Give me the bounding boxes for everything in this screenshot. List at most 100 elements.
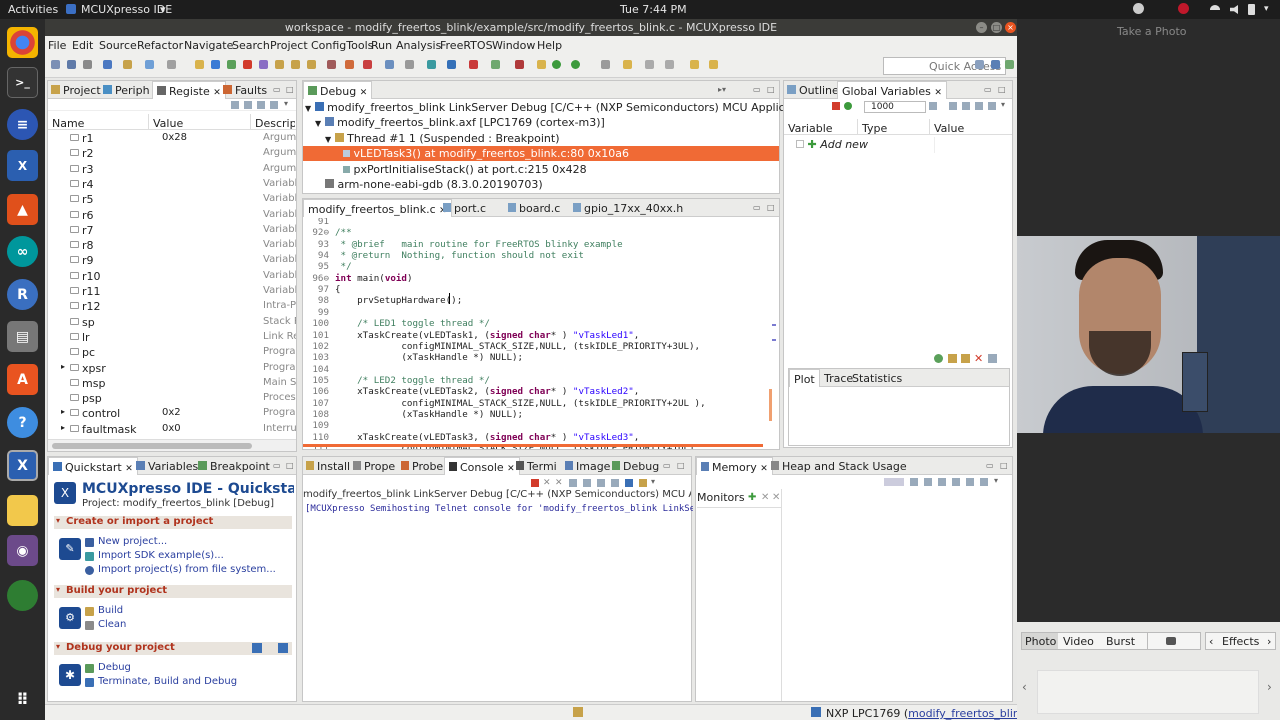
layout-icon[interactable] bbox=[988, 102, 996, 110]
clear-trace-icon[interactable]: ✕ bbox=[974, 352, 983, 365]
link-clean[interactable]: Clean bbox=[98, 619, 126, 630]
register-value[interactable]: 0x0 bbox=[162, 423, 181, 434]
tab-plot[interactable]: Plot bbox=[789, 369, 820, 387]
link-debug[interactable]: Debug bbox=[98, 662, 131, 673]
code-line[interactable]: (xTaskHandle *) NULL); bbox=[335, 409, 523, 420]
section-debug[interactable]: ▾ Debug your project bbox=[54, 642, 292, 655]
table-row[interactable]: lr Link Re bbox=[48, 330, 296, 345]
mcuxpresso-active-icon[interactable]: X bbox=[7, 450, 38, 481]
maximize-view-icon[interactable]: □ bbox=[286, 85, 294, 94]
clear-console-icon[interactable] bbox=[569, 479, 577, 487]
code-line[interactable]: (xTaskHandle *) NULL); bbox=[335, 352, 523, 363]
refresh-icon[interactable] bbox=[231, 101, 239, 109]
back-icon[interactable] bbox=[690, 60, 699, 69]
tab-variables[interactable]: Variables bbox=[136, 460, 198, 473]
tab-faults[interactable]: Faults bbox=[223, 84, 267, 97]
c-perspective-icon[interactable] bbox=[991, 60, 1000, 69]
terminate-icon[interactable] bbox=[531, 479, 539, 487]
eclipse-icon[interactable]: ≡ bbox=[7, 109, 38, 140]
column-type[interactable]: Type bbox=[862, 122, 887, 135]
system-menu-arrow-icon[interactable]: ▾ bbox=[1264, 4, 1269, 14]
coverage-icon[interactable] bbox=[571, 60, 580, 69]
target-status[interactable]: NXP LPC1769 (modify_freertos_blink) bbox=[826, 707, 1031, 720]
menu-project[interactable]: Project bbox=[270, 39, 308, 52]
bug-icon[interactable] bbox=[491, 60, 500, 69]
register-value[interactable]: 0x28 bbox=[162, 132, 187, 143]
tab-installed-plugins[interactable]: Install bbox=[306, 460, 350, 473]
menu-refactor[interactable]: Refactor bbox=[137, 39, 183, 52]
register-value[interactable]: 0x2 bbox=[162, 407, 181, 418]
resume-icon[interactable] bbox=[195, 60, 204, 69]
effects-button[interactable]: ‹ Effects › bbox=[1205, 632, 1276, 650]
table-row[interactable]: r2 Argume bbox=[48, 146, 296, 161]
debug-launch-node[interactable]: ▼ modify_freertos_blink LinkServer Debug… bbox=[305, 101, 817, 114]
stack-frame[interactable]: pxPortInitialiseStack() at port.c:215 0x… bbox=[343, 163, 587, 176]
tab-board-c[interactable]: board.c bbox=[508, 202, 560, 215]
tab-image-info[interactable]: Image bbox=[565, 460, 610, 473]
code-line[interactable]: /** bbox=[335, 227, 352, 238]
record-indicator-icon[interactable] bbox=[1178, 3, 1189, 14]
debug-config-icon[interactable] bbox=[145, 60, 154, 69]
code-line[interactable]: configMINIMAL_STACK_SIZE,NULL, (tskIDLE_… bbox=[335, 398, 705, 409]
tools-icon[interactable] bbox=[515, 60, 524, 69]
show-apps-grid-icon[interactable]: ⠿ bbox=[7, 684, 38, 715]
table-row[interactable]: ▸ faultmask 0x0 Interru bbox=[48, 422, 296, 436]
code-line[interactable]: xTaskCreate(vLEDTask1, (signed char* ) "… bbox=[335, 330, 639, 341]
debug-thread-node[interactable]: ▼ Thread #1 1 (Suspended : Breakpoint) bbox=[325, 132, 560, 145]
tab-debug[interactable]: Debug ✕ bbox=[303, 81, 373, 99]
code-line[interactable]: prvSetupHardware(); bbox=[335, 295, 462, 306]
menu-file[interactable]: File bbox=[48, 39, 66, 52]
maximize-view-icon[interactable]: □ bbox=[1000, 461, 1008, 470]
table-row[interactable]: msp Main St bbox=[48, 376, 296, 391]
table-row[interactable]: r3 Argume bbox=[48, 162, 296, 177]
export-icon[interactable] bbox=[949, 102, 957, 110]
minimize-view-icon[interactable]: ▭ bbox=[753, 203, 761, 212]
remove-launch-icon[interactable]: ✕ bbox=[543, 478, 551, 488]
settings-icon[interactable] bbox=[975, 102, 983, 110]
tab-quickstart[interactable]: Quickstart ✕ bbox=[48, 457, 138, 475]
minimize-view-icon[interactable]: ▭ bbox=[753, 85, 761, 94]
tab-peripherals[interactable]: Periph bbox=[103, 84, 150, 97]
activities-button[interactable]: Activities bbox=[8, 3, 58, 16]
tab-registers[interactable]: Registe ✕ bbox=[152, 81, 226, 99]
forward-icon[interactable] bbox=[709, 60, 718, 69]
tab-modify-freertos-blink-c[interactable]: modify_freertos_blink.c ✕ bbox=[303, 199, 452, 217]
section-create-import[interactable]: ▾ Create or import a project bbox=[54, 516, 292, 529]
annotation-next-icon[interactable] bbox=[645, 60, 654, 69]
code-line[interactable]: * @return Nothing, function should not e… bbox=[335, 250, 584, 261]
new-icon[interactable] bbox=[51, 60, 60, 69]
battery-icon[interactable] bbox=[1248, 4, 1255, 15]
terminate-icon[interactable] bbox=[243, 60, 252, 69]
remove-icon[interactable] bbox=[832, 102, 840, 110]
add-new-expression[interactable]: ✚ Add new bbox=[796, 138, 868, 151]
view-menu-icon[interactable]: ▾ bbox=[994, 476, 998, 485]
scroll-lock-icon[interactable] bbox=[583, 479, 591, 487]
table-row[interactable]: r6 Variabl bbox=[48, 208, 296, 223]
settings-icon[interactable] bbox=[278, 643, 288, 653]
tab-statistics[interactable]: Statistics bbox=[852, 372, 902, 385]
format-icon[interactable] bbox=[244, 101, 252, 109]
tab-properties[interactable]: Prope bbox=[353, 460, 395, 473]
menu-source[interactable]: Source bbox=[99, 39, 137, 52]
maximize-view-icon[interactable]: □ bbox=[767, 203, 775, 212]
pin-console-icon[interactable] bbox=[611, 479, 619, 487]
instruction-step-icon[interactable] bbox=[327, 60, 336, 69]
menu-edit[interactable]: Edit bbox=[72, 39, 93, 52]
table-row[interactable]: r9 Variabl bbox=[48, 253, 296, 268]
horizontal-scrollbar[interactable] bbox=[48, 439, 296, 451]
tab-memory[interactable]: Memory ✕ bbox=[696, 457, 773, 475]
link-terminate-build-debug[interactable]: Terminate, Build and Debug bbox=[98, 676, 237, 687]
close-window-button[interactable]: × bbox=[1005, 22, 1016, 33]
import-icon[interactable] bbox=[962, 102, 970, 110]
tab-probe[interactable]: Probe bbox=[401, 460, 443, 473]
mode-burst[interactable]: Burst bbox=[1106, 635, 1135, 648]
stack-frame-selected[interactable]: vLEDTask3() at modify_freertos_blink.c:8… bbox=[303, 146, 779, 161]
word-wrap-icon[interactable] bbox=[597, 479, 605, 487]
menu-navigate[interactable]: Navigate bbox=[184, 39, 233, 52]
debug-axf-node[interactable]: ▼ modify_freertos_blink.axf [LPC1769 (co… bbox=[315, 116, 605, 129]
matlab-icon[interactable]: ▲ bbox=[7, 194, 38, 225]
memory-format-icon[interactable] bbox=[884, 478, 904, 486]
maximize-view-icon[interactable]: □ bbox=[767, 85, 775, 94]
menu-freertos[interactable]: FreeRTOS bbox=[440, 39, 493, 52]
column-value[interactable]: Value bbox=[934, 122, 964, 135]
